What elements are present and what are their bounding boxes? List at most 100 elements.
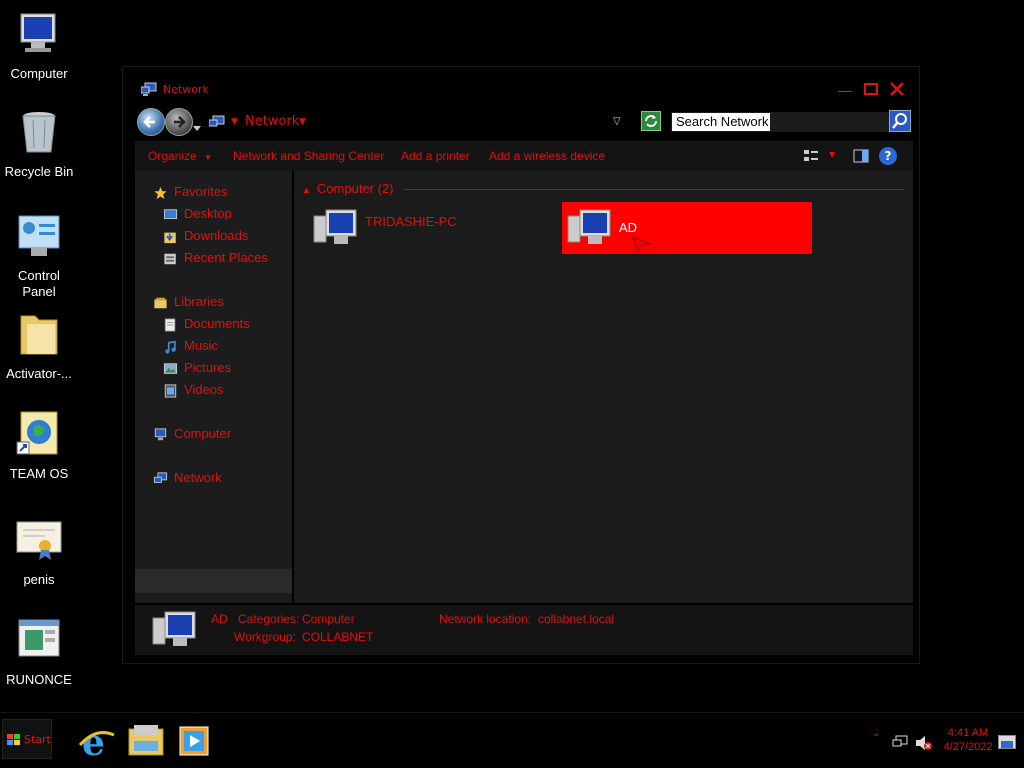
address-bar[interactable]: ▼ Network ▼ ▽ — [205, 110, 635, 134]
search-button[interactable] — [889, 110, 911, 132]
add-wireless-device-button[interactable]: Add a wireless device — [489, 149, 605, 163]
nav-videos[interactable]: Videos — [163, 380, 224, 400]
network-icon — [209, 115, 225, 127]
taskbar-file-explorer[interactable] — [126, 721, 166, 761]
preview-pane-icon — [853, 149, 869, 163]
computer-icon — [152, 611, 196, 646]
back-arrow-icon — [143, 116, 155, 128]
desktop-icon-computer[interactable]: Computer — [0, 10, 78, 82]
recent-pages-dropdown[interactable] — [193, 117, 201, 131]
group-header-computer[interactable]: ▲ Computer (2) — [302, 181, 394, 196]
details-categories-value: Computer — [302, 612, 355, 626]
start-label: Start — [24, 733, 51, 746]
refresh-button[interactable] — [641, 111, 661, 131]
certificate-icon — [16, 521, 62, 560]
desktop-icon-recycle-bin[interactable]: Recycle Bin — [0, 108, 78, 180]
downloads-folder-icon — [164, 232, 176, 243]
taskbar-media-player[interactable] — [174, 721, 214, 761]
breadcrumb-separator-icon[interactable]: ▼ — [231, 110, 238, 134]
recent-places-icon — [164, 253, 176, 264]
desktop-icon-activator[interactable]: Activator-... — [0, 310, 78, 382]
desktop-icon-label: penis — [23, 572, 55, 587]
help-icon: ? — [884, 149, 892, 163]
help-button[interactable]: ? — [879, 147, 897, 165]
details-location-value: collabnet.local — [538, 612, 615, 626]
maximize-button[interactable] — [861, 81, 881, 101]
organize-button[interactable]: Organize ▼ — [148, 149, 212, 163]
volume-muted-icon[interactable] — [915, 735, 933, 751]
network-icon — [153, 472, 168, 483]
network-computer-item[interactable]: TRIDASHIE-PC — [312, 202, 552, 254]
nav-network[interactable]: Network — [153, 468, 222, 488]
desktop-icon-label: Activator-... — [6, 366, 72, 381]
show-hidden-icons-button[interactable]: ⌃ — [872, 733, 880, 744]
documents-icon — [164, 318, 176, 332]
nav-favorites[interactable]: Favorites — [153, 182, 227, 202]
pictures-icon — [163, 362, 178, 374]
file-list-pane: ▲ Computer (2) TRIDASHIE-PC AD — [294, 171, 913, 603]
minimize-button[interactable]: — — [835, 81, 855, 101]
address-history-dropdown[interactable]: ▽ — [613, 110, 621, 134]
back-button[interactable] — [137, 108, 165, 136]
title-bar[interactable]: Network — — [123, 67, 919, 107]
clock[interactable]: 4:41 AM 4/27/2022 — [940, 727, 996, 753]
nav-computer[interactable]: Computer — [153, 424, 231, 444]
desktop-icon-runonce[interactable]: RUNONCE — [0, 616, 78, 688]
nav-libraries[interactable]: Libraries — [153, 292, 224, 312]
nav-documents[interactable]: Documents — [163, 314, 250, 334]
search-input[interactable]: Search Network — [672, 113, 770, 131]
network-sharing-center-button[interactable]: Network and Sharing Center — [233, 149, 384, 163]
nav-recent-places[interactable]: Recent Places — [163, 248, 268, 268]
computer-icon — [567, 209, 611, 244]
globe-shortcut-icon — [16, 411, 58, 455]
details-pane: AD Categories: Computer Workgroup: COLLA… — [135, 605, 913, 655]
computer-icon — [313, 209, 357, 244]
chevron-down-icon: ▼ — [204, 153, 212, 162]
videos-icon — [164, 384, 177, 398]
forward-arrow-icon — [174, 116, 186, 128]
desktop-icon-team-os[interactable]: TEAM OS — [0, 410, 78, 482]
group-divider — [404, 189, 904, 190]
navigation-pane: Favorites Desktop Downloads Recent Place… — [135, 171, 292, 603]
preview-pane-button[interactable] — [853, 148, 869, 164]
view-options-dropdown[interactable]: ▼ — [829, 150, 835, 159]
desktop-icon-control-panel[interactable]: Control Panel — [0, 212, 78, 300]
breadcrumb-dropdown-icon[interactable]: ▼ — [299, 110, 306, 134]
close-button[interactable] — [887, 81, 907, 101]
change-view-button[interactable] — [803, 148, 819, 164]
search-icon — [892, 113, 907, 129]
clock-date: 4/27/2022 — [943, 741, 993, 753]
nav-pictures[interactable]: Pictures — [163, 358, 231, 378]
star-icon — [154, 186, 167, 199]
chevron-up-icon: ▲ — [302, 185, 311, 195]
desktop-icon-label: RUNONCE — [6, 672, 72, 687]
command-bar: Organize ▼ Network and Sharing Center Ad… — [135, 141, 913, 171]
search-box[interactable]: Search Network — [671, 112, 889, 132]
maximize-icon — [864, 83, 878, 95]
nav-desktop[interactable]: Desktop — [163, 204, 232, 224]
network-tray-icon[interactable] — [892, 735, 908, 749]
chevron-down-icon — [193, 126, 201, 131]
clock-time: 4:41 AM — [947, 727, 989, 739]
nav-downloads[interactable]: Downloads — [163, 226, 248, 246]
network-computer-item-selected[interactable]: AD — [562, 202, 812, 254]
forward-button[interactable] — [165, 108, 193, 136]
details-categories-label: Categories: — [238, 612, 300, 626]
show-desktop-button[interactable] — [998, 735, 1016, 749]
internet-explorer-icon: e — [78, 722, 115, 764]
address-row: ▼ Network ▼ ▽ Search Network — [135, 107, 913, 137]
view-details-icon — [804, 150, 818, 161]
breadcrumb-network[interactable]: Network — [245, 110, 299, 134]
nav-music[interactable]: Music — [163, 336, 218, 356]
application-icon — [18, 619, 60, 657]
recycle-bin-icon — [22, 112, 56, 153]
libraries-icon — [154, 297, 167, 308]
add-printer-button[interactable]: Add a printer — [401, 149, 470, 163]
details-workgroup-label: Workgroup: — [234, 630, 296, 644]
mouse-cursor-icon — [632, 236, 652, 252]
music-note-icon — [165, 340, 176, 354]
taskbar-internet-explorer[interactable]: e — [76, 721, 116, 764]
start-button[interactable]: Start — [2, 719, 52, 759]
desktop-icon-label: Recycle Bin — [4, 164, 74, 179]
desktop-icon-penis[interactable]: penis — [0, 516, 78, 588]
